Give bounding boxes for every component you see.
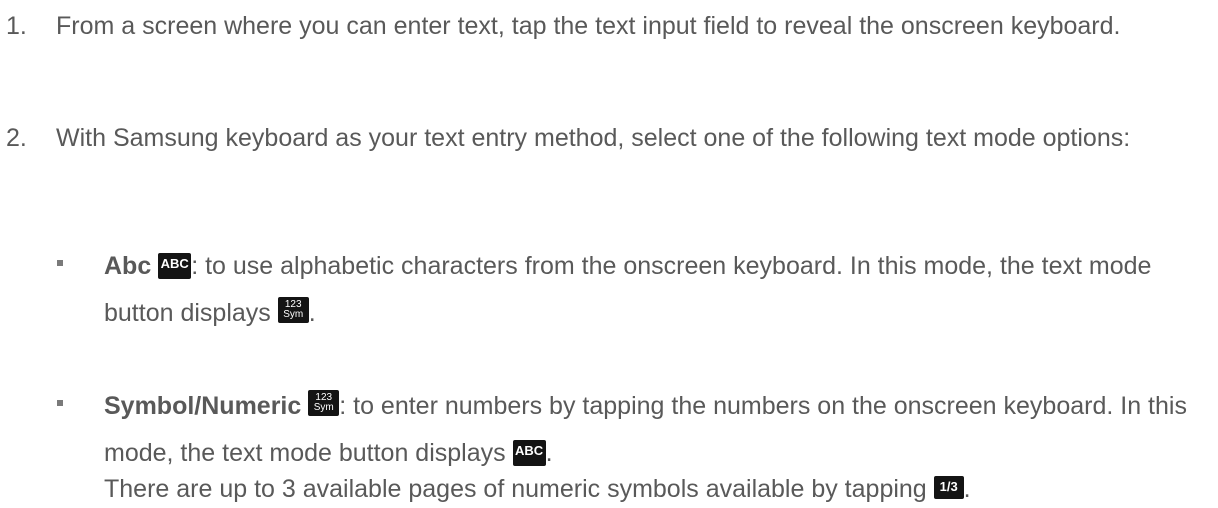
bullet-description: : to use alphabetic characters from the … bbox=[104, 252, 1152, 327]
bullet-text: Abc ABC: to use alphabetic characters fr… bbox=[104, 243, 1207, 337]
bullet-description-end: . bbox=[545, 439, 553, 467]
mode-label: Abc bbox=[104, 252, 152, 280]
abc-key-icon: ABC bbox=[512, 440, 546, 466]
bullet-marker bbox=[57, 260, 63, 266]
step-number: 2. bbox=[6, 124, 27, 152]
page-key-icon: 1/3 bbox=[933, 476, 964, 499]
mode-label: Symbol/Numeric bbox=[104, 392, 302, 420]
step-1: 1. From a screen where you can enter tex… bbox=[6, 6, 1206, 46]
bullet-note-text: There are up to 3 available pages of num… bbox=[104, 475, 934, 503]
symbol-key-icon: 123 Sym bbox=[277, 297, 309, 323]
bullet-description-end: . bbox=[308, 299, 316, 327]
bullet-marker bbox=[57, 400, 63, 406]
step-2: 2. With Samsung keyboard as your text en… bbox=[6, 118, 1206, 158]
symbol-key-icon: 123 Sym bbox=[308, 390, 340, 416]
bullet-abc-mode: Abc ABC: to use alphabetic characters fr… bbox=[57, 243, 1207, 337]
bullet-note: There are up to 3 available pages of num… bbox=[104, 471, 1207, 507]
step-text: From a screen where you can enter text, … bbox=[56, 12, 1121, 40]
symbol-key-bottom-text: Sym bbox=[313, 402, 334, 413]
instruction-document: 1. From a screen where you can enter tex… bbox=[0, 0, 1218, 508]
bullet-note-end: . bbox=[963, 475, 971, 503]
symbol-key-bottom-text: Sym bbox=[283, 309, 304, 320]
step-number: 1. bbox=[6, 12, 27, 40]
bullet-text: Symbol/Numeric 123 Sym: to enter numbers … bbox=[104, 383, 1207, 507]
bullet-symbol-mode: Symbol/Numeric 123 Sym: to enter numbers … bbox=[57, 383, 1207, 507]
step-text: With Samsung keyboard as your text entry… bbox=[56, 124, 1131, 152]
abc-key-icon: ABC bbox=[158, 253, 192, 279]
